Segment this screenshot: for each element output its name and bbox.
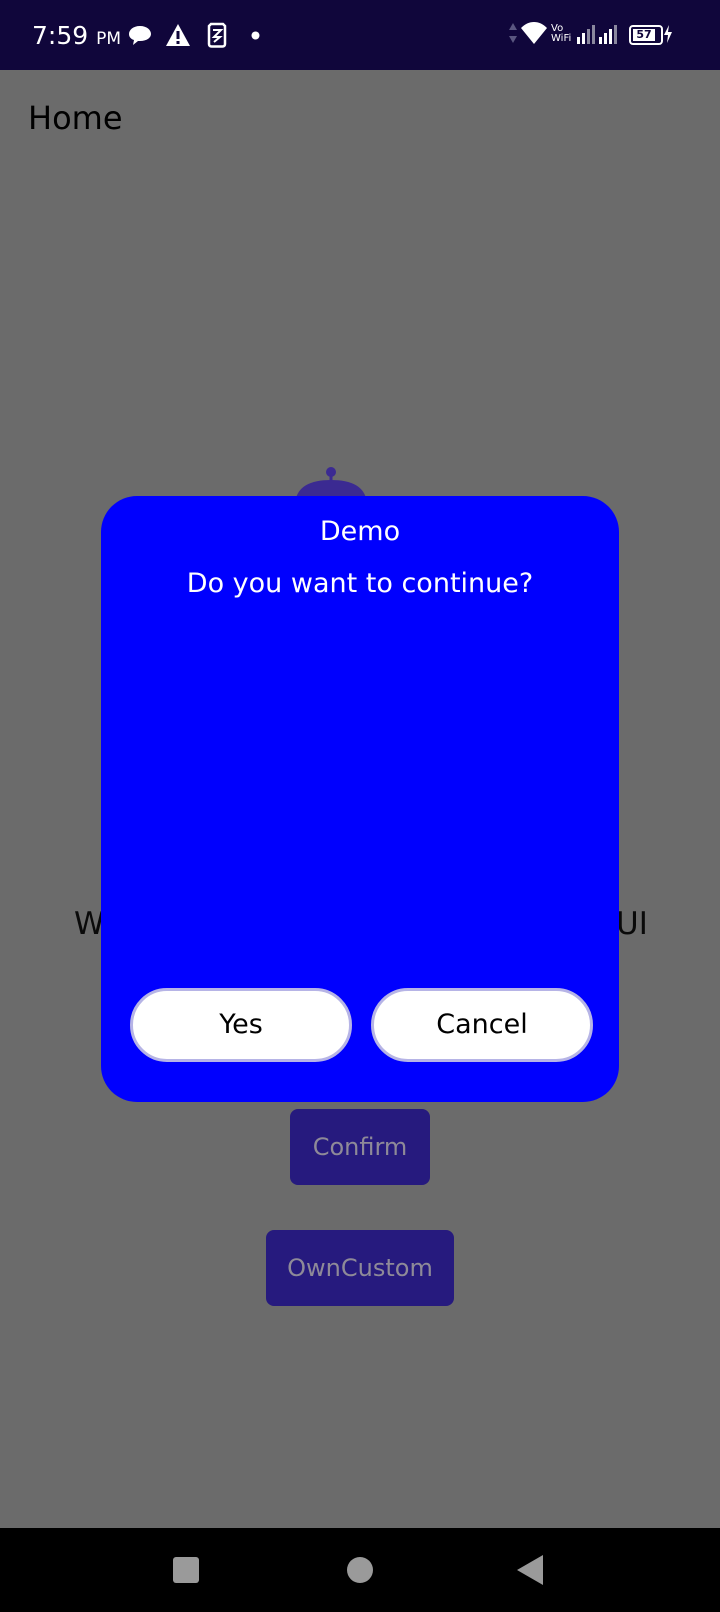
welcome-text-right: UI [616,906,648,942]
status-bar: 7:59 PM Vo WiFi 57 [0,0,720,70]
dialog: Demo Do you want to continue? Yes Cancel [101,496,619,1102]
dialog-title: Demo [319,516,401,547]
recents-square-icon[interactable] [172,1556,200,1584]
battery-icon: 57 [629,25,663,45]
status-time: 7:59 PM [32,18,121,57]
dot-icon [251,31,260,40]
vowifi-label: Vo WiFi [551,24,575,44]
confirm-button[interactable]: Confirm [290,1109,430,1185]
yes-button[interactable]: Yes [130,988,352,1062]
home-circle-icon[interactable] [346,1556,374,1584]
page-title: Home [28,99,123,137]
signal-icon [599,25,617,44]
back-triangle-icon[interactable] [516,1554,544,1586]
nav-bar [0,1528,720,1612]
signal-icon [577,25,595,44]
own-custom-button[interactable]: OwnCustom [266,1230,454,1306]
vowifi-bottom: WiFi [551,33,572,44]
sim-icon [207,22,227,48]
battery-level: 57 [633,29,655,41]
time-value: 7:59 [32,21,89,50]
warning-icon [166,24,190,46]
wifi-icon [521,22,547,44]
chat-bubble-icon [129,26,151,45]
charging-icon [664,25,672,43]
dialog-message: Do you want to continue? [186,568,534,599]
data-arrows-icon [509,23,517,43]
cancel-button[interactable]: Cancel [371,988,593,1062]
time-ampm: PM [96,29,122,49]
